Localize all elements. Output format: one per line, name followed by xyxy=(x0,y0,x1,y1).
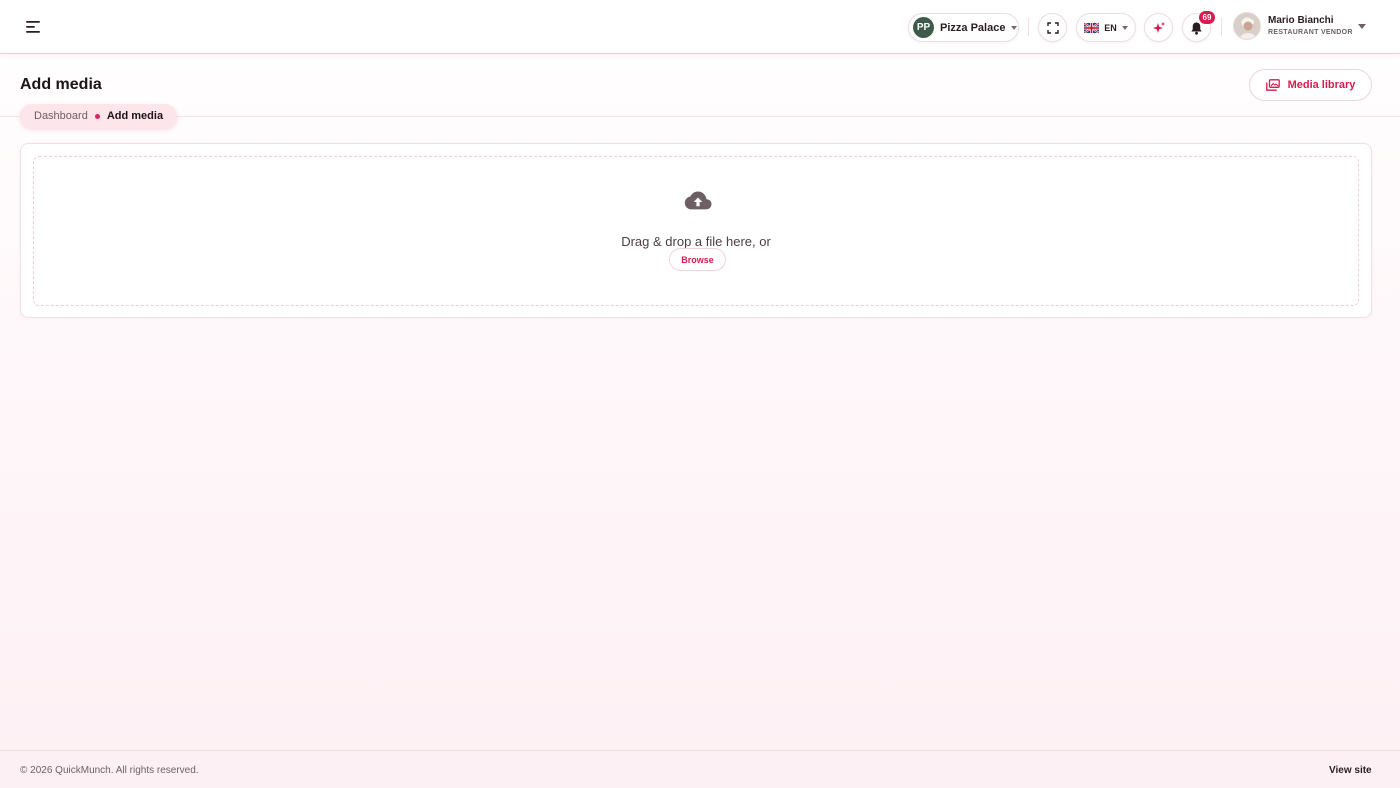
restaurant-avatar: PP xyxy=(913,17,934,38)
divider xyxy=(1028,18,1029,36)
page-header: Add media Dashboard Add media Media libr… xyxy=(0,55,1400,128)
media-library-button[interactable]: Media library xyxy=(1249,69,1372,101)
chevron-down-icon xyxy=(1011,25,1018,30)
restaurant-selector[interactable]: PP Pizza Palace xyxy=(908,13,1019,42)
language-code: EN xyxy=(1104,22,1117,33)
language-selector[interactable]: EN xyxy=(1076,13,1136,42)
page-title: Add media xyxy=(20,76,102,93)
chevron-down-icon xyxy=(1358,24,1366,29)
media-library-label: Media library xyxy=(1287,79,1356,91)
restaurant-name: Pizza Palace xyxy=(940,21,1006,34)
gallery-icon xyxy=(1265,79,1280,91)
breadcrumb-dashboard[interactable]: Dashboard xyxy=(34,110,88,122)
cloud-upload-icon xyxy=(684,191,712,210)
top-bar: PP Pizza Palace EN 69 Mario Bianchi REST… xyxy=(0,0,1400,54)
dropzone-instruction: Drag & drop a file here, or xyxy=(621,234,771,249)
copyright-text: © 2026 QuickMunch. All rights reserved. xyxy=(20,765,199,776)
divider xyxy=(1221,18,1222,36)
sparkle-icon xyxy=(1152,21,1165,33)
user-role: RESTAURANT VENDOR xyxy=(1268,29,1353,36)
upload-card: Drag & drop a file here, or Browse xyxy=(20,143,1372,318)
user-name: Mario Bianchi xyxy=(1268,15,1334,26)
view-site-link[interactable]: View site xyxy=(1329,765,1372,776)
uk-flag-icon xyxy=(1084,22,1100,33)
hamburger-menu-icon[interactable] xyxy=(24,17,44,37)
fullscreen-icon xyxy=(1046,21,1059,34)
user-avatar xyxy=(1233,12,1261,40)
breadcrumb-current: Add media xyxy=(106,110,164,122)
chevron-down-icon xyxy=(1121,25,1128,30)
notification-count-badge: 69 xyxy=(1199,11,1215,24)
fullscreen-button[interactable] xyxy=(1038,13,1067,42)
file-dropzone[interactable]: Drag & drop a file here, or Browse xyxy=(33,156,1359,306)
breadcrumb: Dashboard Add media xyxy=(20,104,178,128)
breadcrumb-separator xyxy=(94,113,100,119)
ai-assistant-button[interactable] xyxy=(1144,13,1173,42)
user-menu[interactable]: Mario Bianchi RESTAURANT VENDOR xyxy=(1233,12,1373,42)
footer: © 2026 QuickMunch. All rights reserved. … xyxy=(0,750,1400,788)
browse-button[interactable]: Browse xyxy=(669,248,726,271)
